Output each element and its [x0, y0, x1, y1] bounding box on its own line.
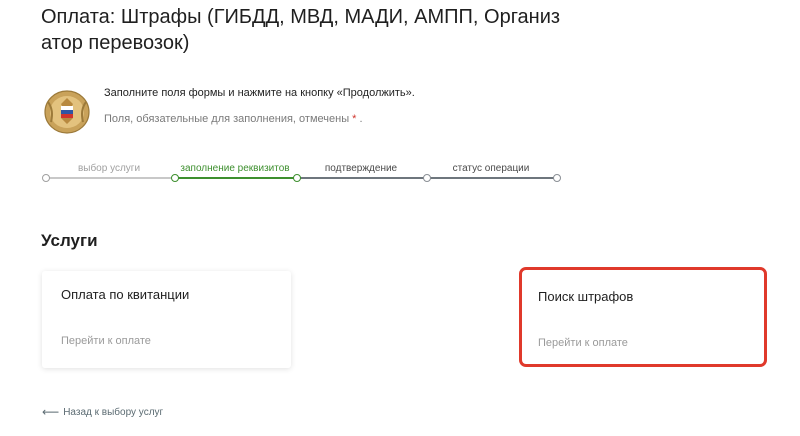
progress-stepper: выбор услуги заполнение реквизитов подтв… — [42, 160, 562, 190]
step-line-2 — [176, 177, 298, 179]
service-card-receipt[interactable]: Оплата по квитанции Перейти к оплате — [42, 271, 291, 368]
go-to-payment-link[interactable]: Перейти к оплате — [538, 337, 628, 349]
page-title: Оплата: Штрафы (ГИБДД, МВД, МАДИ, АМПП, … — [41, 6, 561, 54]
step-dot-2 — [171, 174, 179, 182]
step-label-confirm: подтверждение — [324, 163, 398, 174]
card-title: Оплата по квитанции — [61, 287, 190, 302]
back-to-services-link[interactable]: ⟵ Назад к выбору услуг — [42, 405, 163, 419]
back-link-label: Назад к выбору услуг — [63, 406, 164, 418]
step-line-3 — [298, 177, 428, 179]
payment-page: Оплата: Штрафы (ГИБДД, МВД, МАДИ, АМПП, … — [0, 0, 800, 436]
step-label-details: заполнение реквизитов — [180, 163, 290, 174]
card-title: Поиск штрафов — [538, 289, 634, 304]
required-note-text: Поля, обязательные для заполнения, отмеч… — [104, 113, 350, 125]
arrow-left-icon: ⟵ — [42, 405, 60, 419]
required-star: * — [352, 113, 357, 125]
gibdd-emblem-icon — [44, 90, 90, 134]
step-label-status: статус операции — [452, 163, 530, 174]
step-line-4 — [428, 177, 558, 179]
step-dot-1 — [42, 174, 50, 182]
step-dot-4 — [423, 174, 431, 182]
step-dot-3 — [293, 174, 301, 182]
step-line-1 — [46, 177, 176, 179]
step-dot-5 — [553, 174, 561, 182]
services-title: Услуги — [41, 231, 98, 250]
step-label-service: выбор услуги — [77, 163, 141, 174]
service-card-fine-search[interactable]: Поиск штрафов Перейти к оплате — [519, 267, 767, 367]
form-instruction: Заполните поля формы и нажмите на кнопку… — [104, 87, 415, 99]
go-to-payment-link[interactable]: Перейти к оплате — [61, 335, 151, 347]
required-fields-note: Поля, обязательные для заполнения, отмеч… — [104, 113, 363, 125]
required-note-end: . — [359, 113, 363, 125]
